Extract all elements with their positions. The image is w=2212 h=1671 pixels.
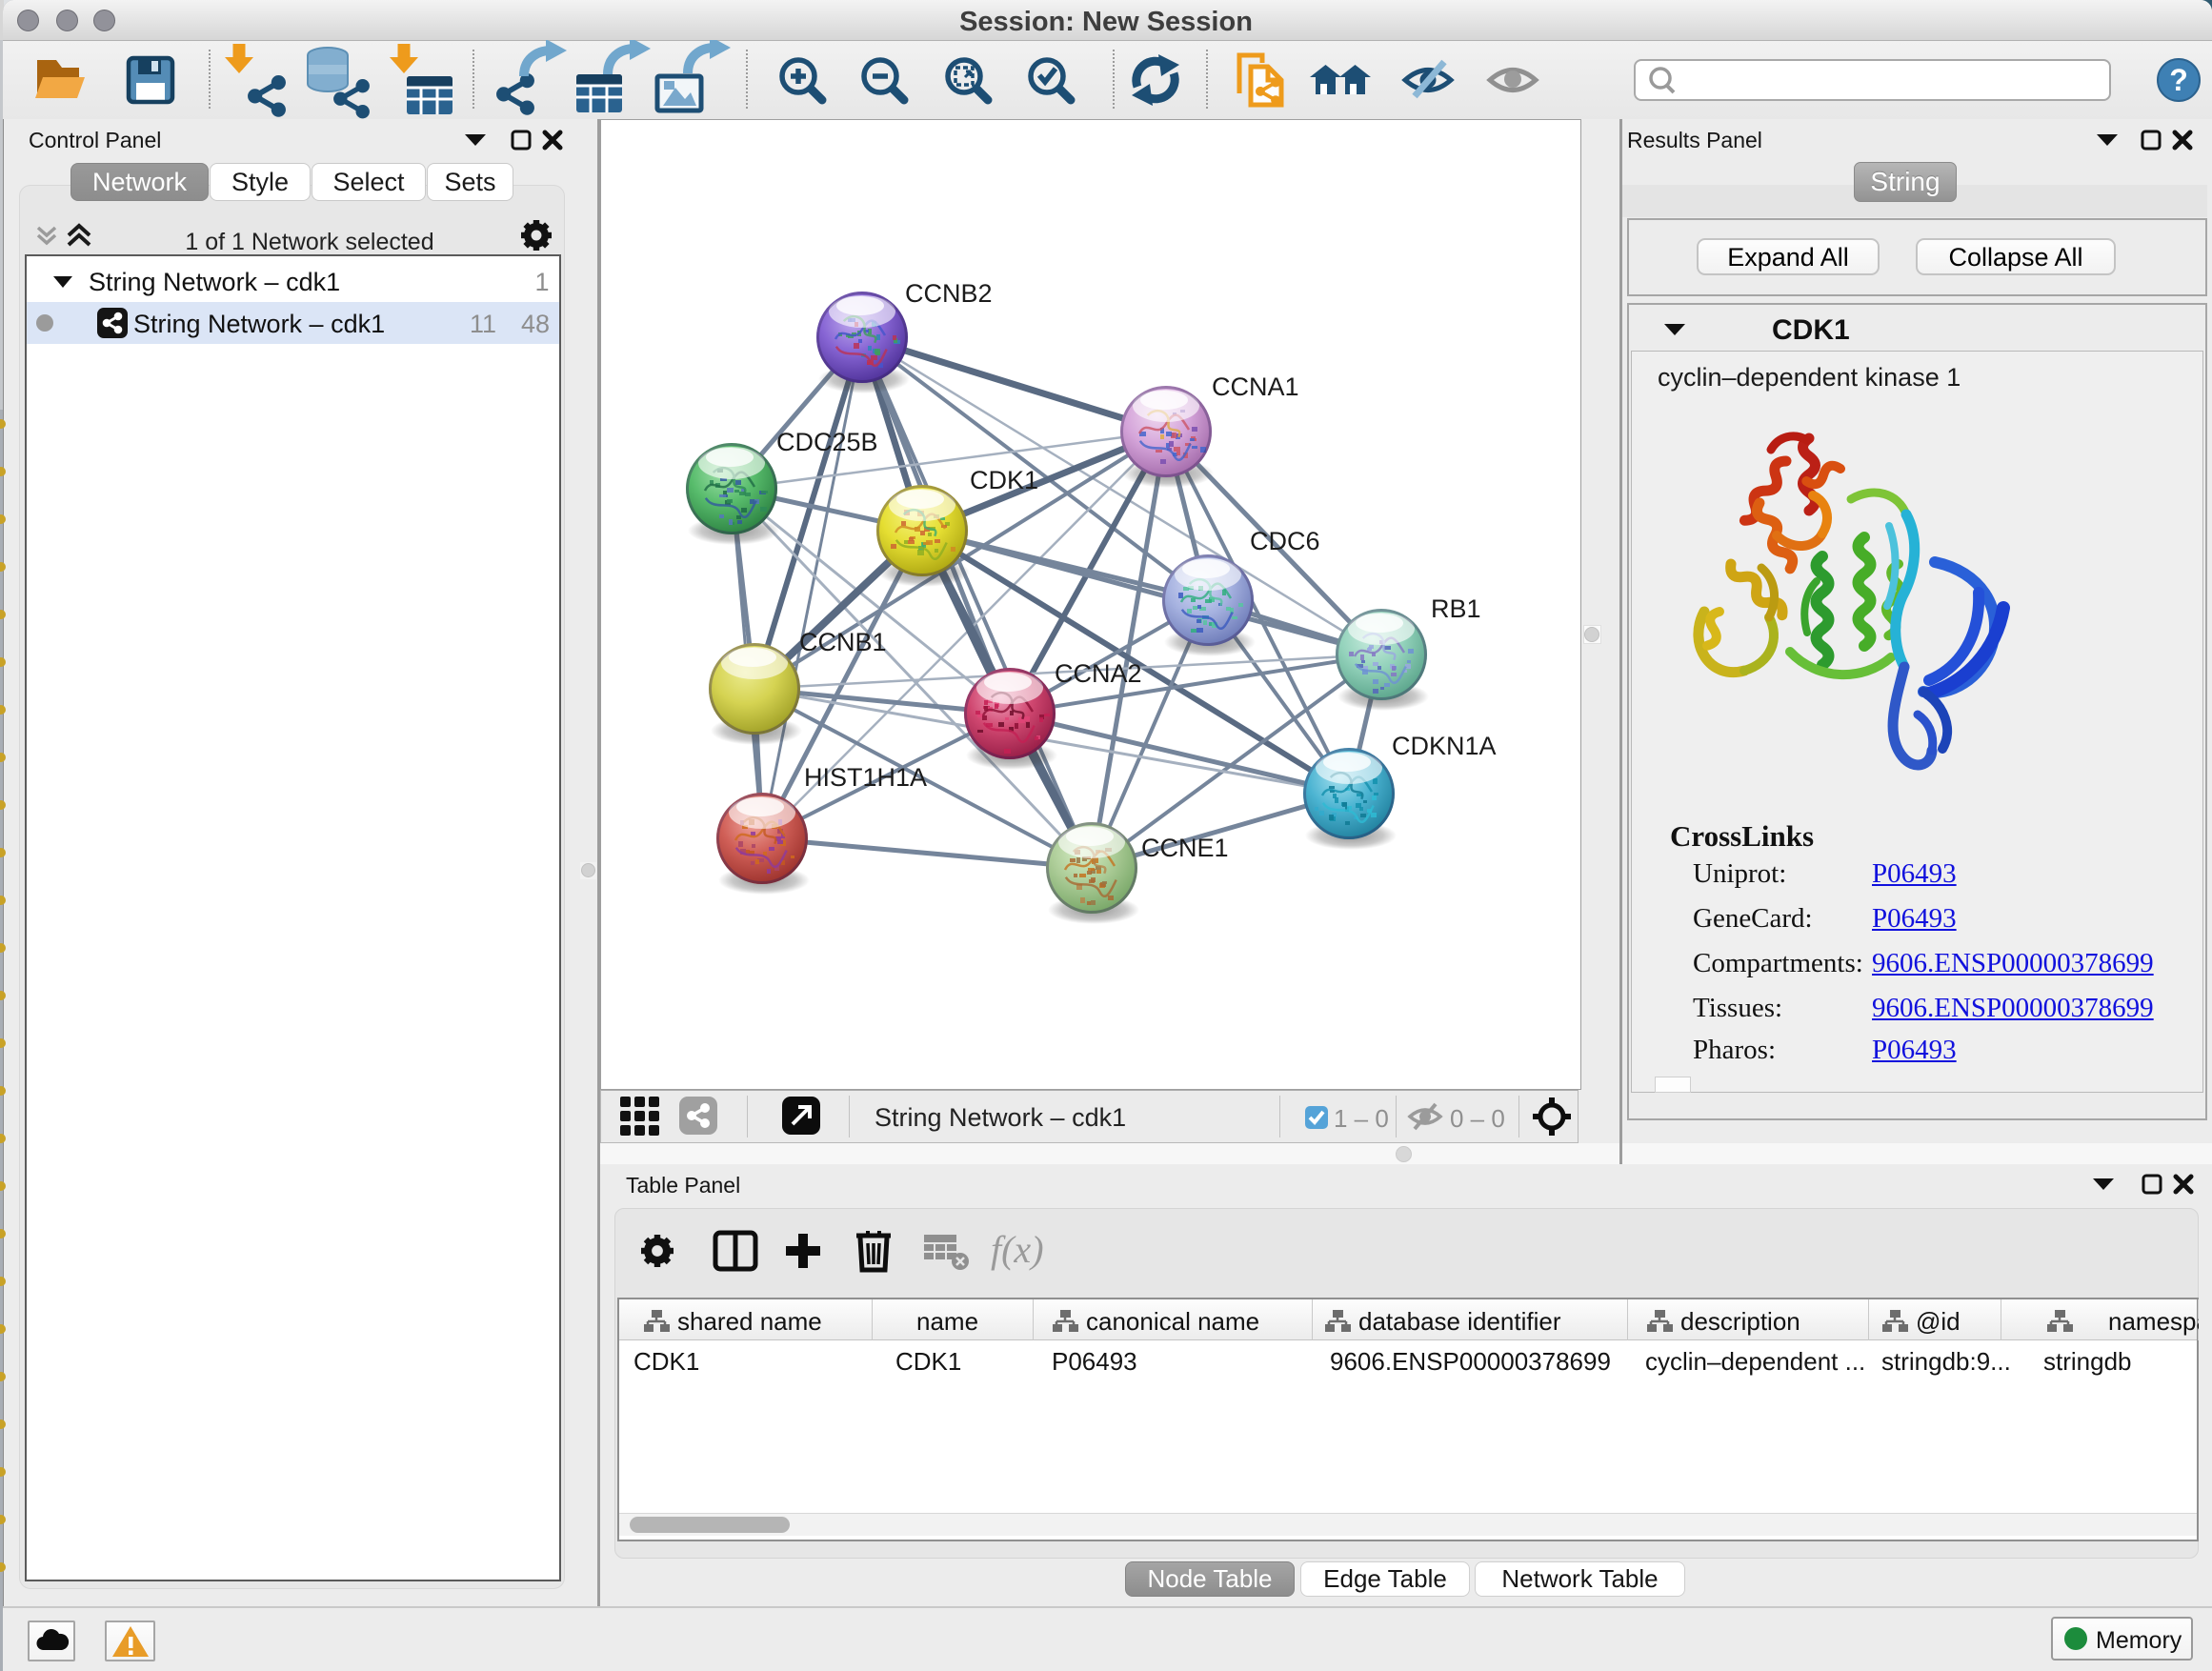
svg-text:CDC25B: CDC25B (776, 428, 878, 456)
svg-text:CDK1: CDK1 (970, 466, 1038, 494)
svg-text:CCNE1: CCNE1 (1141, 834, 1229, 862)
svg-text:CCNB2: CCNB2 (905, 279, 993, 308)
svg-text:CCNA1: CCNA1 (1212, 372, 1299, 401)
svg-text:?: ? (2169, 63, 2188, 97)
svg-text:CDKN1A: CDKN1A (1392, 732, 1497, 760)
svg-text:RB1: RB1 (1431, 594, 1481, 623)
svg-text:CCNB1: CCNB1 (799, 628, 887, 656)
svg-text:CDC6: CDC6 (1250, 527, 1320, 555)
svg-text:HIST1H1A: HIST1H1A (804, 763, 927, 792)
svg-text:CCNA2: CCNA2 (1055, 659, 1142, 688)
